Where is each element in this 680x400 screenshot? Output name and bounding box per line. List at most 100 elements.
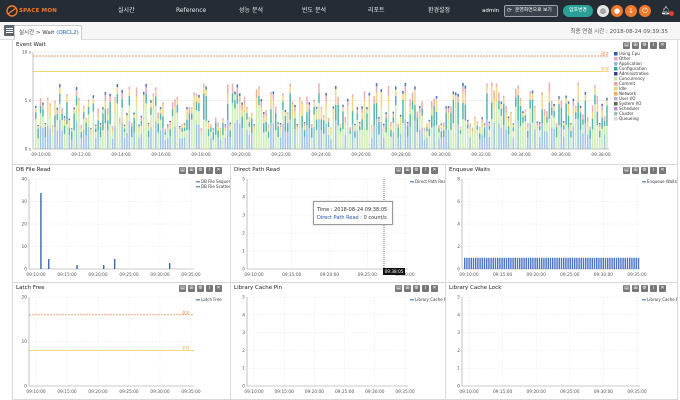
wait-bar (171, 127, 174, 149)
wait-bar (383, 123, 385, 126)
y-tick-label: 1 (457, 366, 460, 372)
x-tick-label: 09:10:00 (31, 152, 51, 158)
wait-bar (522, 131, 524, 149)
wait-bar (539, 130, 541, 137)
wait-bar (462, 82, 464, 87)
wait-bar (303, 126, 306, 131)
wait-bar (320, 113, 323, 120)
wait-bar (397, 131, 399, 138)
wait-bar (263, 123, 265, 133)
wait-bar (78, 125, 80, 149)
power-icon[interactable]: ⏻ (639, 5, 651, 17)
app-logo[interactable]: SPACE MON (6, 4, 58, 18)
wait-bar (565, 95, 567, 99)
wait-bar (541, 123, 543, 149)
wait-bar (227, 119, 229, 149)
wait-bar (246, 130, 248, 149)
wait-bar (541, 92, 543, 96)
data-bar (576, 257, 578, 269)
wait-bar (272, 91, 275, 95)
wait-bar (229, 126, 231, 131)
wait-bar (111, 129, 114, 134)
wait-bar (392, 122, 395, 133)
wait-bar (416, 113, 419, 118)
wait-bar (217, 122, 219, 124)
tab-wait[interactable]: 실시간 > Wait (ORCL2) (14, 25, 82, 40)
data-bar (472, 257, 475, 269)
wait-bar (467, 119, 469, 122)
wait-bar (282, 95, 284, 102)
data-bar (593, 257, 596, 269)
wait-bar (548, 92, 551, 103)
y-tick-label: 2 (457, 348, 460, 354)
wait-bar (251, 123, 253, 133)
wait-bar (481, 126, 483, 135)
wait-bar (311, 124, 313, 126)
wait-bar (308, 127, 311, 149)
wait-bar (567, 103, 570, 109)
wait-bar (450, 112, 452, 120)
wait-bar (282, 123, 284, 149)
wait-bar (239, 101, 241, 110)
wait-bar (92, 124, 95, 149)
nav-frequency-analysis[interactable]: 빈도 분석 (302, 0, 326, 22)
wait-bar (402, 99, 404, 109)
wait-bar (179, 138, 181, 149)
wait-bar (546, 122, 548, 132)
wait-bar (440, 124, 443, 128)
wait-bar (447, 118, 450, 130)
wait-bar (589, 129, 591, 134)
wait-bar (227, 94, 229, 104)
data-bar (613, 257, 615, 269)
wait-bar (479, 133, 481, 140)
wait-bar (443, 122, 445, 124)
wait-bar (215, 119, 217, 123)
user-name[interactable]: admin (482, 0, 499, 22)
wait-bar (354, 127, 356, 132)
wait-bar (78, 97, 80, 101)
y-tick-label: 3 (242, 330, 245, 336)
globe-icon[interactable]: ◍ (597, 5, 609, 17)
change-password-button[interactable]: 암호변경 (563, 5, 593, 17)
nav-report[interactable]: 리포트 (368, 0, 385, 22)
wait-bar (66, 102, 68, 111)
wait-bar (246, 119, 248, 131)
wait-bar (421, 108, 423, 116)
wait-bar (409, 101, 411, 107)
wait-bar (174, 126, 176, 149)
wait-bar (464, 95, 467, 105)
wait-bar (601, 128, 603, 149)
wait-bar (320, 129, 323, 149)
wait-bar (116, 93, 119, 104)
nav-realtime[interactable]: 실시간 (118, 0, 135, 22)
wait-bar (234, 108, 236, 124)
wait-bar (78, 105, 80, 114)
wait-bar (479, 126, 481, 128)
wait-bar (565, 103, 567, 112)
wait-bar (361, 108, 363, 113)
wait-bar (546, 113, 548, 117)
ops-view-button[interactable]: ⟳ 운영화면으로 보기 (504, 5, 558, 17)
nav-settings[interactable]: 환경설정 (428, 0, 450, 22)
wait-bar (416, 111, 419, 114)
nav-perf-analysis[interactable]: 성능 분석 (239, 0, 263, 22)
wait-bar (527, 137, 529, 149)
wait-bar (236, 119, 239, 149)
wait-bar (157, 123, 159, 133)
wait-bar (162, 109, 164, 117)
user-icon[interactable]: ● (611, 5, 623, 17)
wait-bar (51, 132, 54, 139)
wait-bar (155, 121, 157, 149)
wait-bar (563, 129, 565, 137)
wait-bar (152, 124, 155, 149)
wait-bar (347, 113, 349, 127)
data-bar (543, 257, 545, 269)
wait-bar (287, 123, 289, 133)
wait-bar (563, 121, 565, 123)
wait-bar (128, 120, 131, 149)
wait-bar (174, 114, 176, 127)
wait-bar (481, 121, 483, 127)
wait-bar (567, 108, 570, 116)
download-icon[interactable]: ↓ (625, 5, 637, 17)
nav-reference[interactable]: Reference (176, 0, 206, 22)
